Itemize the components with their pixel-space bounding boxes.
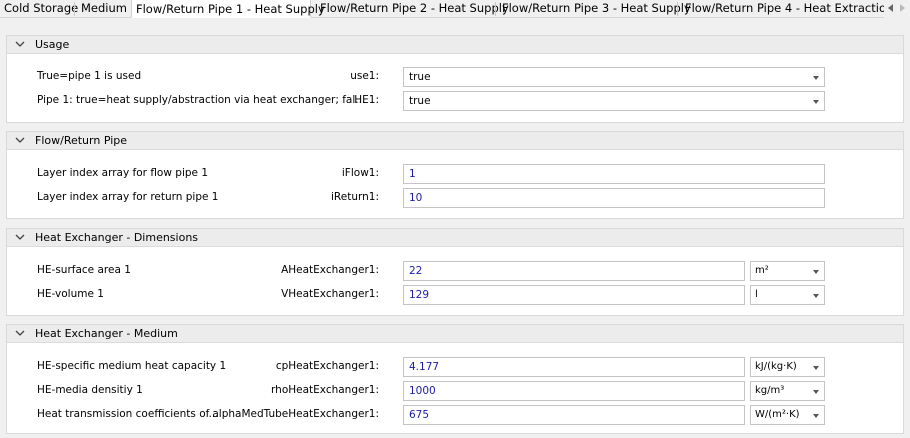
param-label: HE-specific medium heat capacity 1 <box>37 360 227 372</box>
param-label: True=pipe 1 is used <box>37 70 142 82</box>
unit-select[interactable]: W/(m²·K) <box>750 405 825 425</box>
he1-select[interactable]: true <box>403 91 825 111</box>
param-row: HE-volume 1 VHeatExchanger1: 129 l <box>7 284 903 306</box>
scroll-left-icon[interactable] <box>888 4 893 12</box>
param-row: HE-media densitiy 1 rhoHeatExchanger1: 1… <box>7 380 903 402</box>
section-title: Heat Exchanger - Dimensions <box>35 231 199 244</box>
use1-select[interactable]: true <box>403 67 825 87</box>
tab-bar: Cold Storage Medium Flow/Return Pipe 1 -… <box>0 0 910 18</box>
param-variable: use1: <box>350 70 379 82</box>
cpheatexchanger1-input[interactable]: 4.177 <box>403 357 745 377</box>
tab-label: Medium <box>81 1 127 15</box>
chevron-down-icon[interactable] <box>15 328 25 338</box>
param-label: HE-surface area 1 <box>37 264 131 276</box>
section-header[interactable]: Heat Exchanger - Medium <box>7 325 903 343</box>
param-label: Pipe 1: true=heat supply/abstraction via… <box>37 94 366 106</box>
param-row: True=pipe 1 is used use1: true <box>7 66 903 88</box>
unit-select[interactable]: kJ/(kg·K) <box>750 357 825 377</box>
tab-label: Flow/Return Pipe 1 - Heat Supply <box>136 2 325 16</box>
section-flow-return-pipe: Flow/Return Pipe Layer index array for f… <box>6 131 904 219</box>
param-row: Layer index array for return pipe 1 iRet… <box>7 187 903 209</box>
iflow1-input[interactable]: 1 <box>403 164 825 184</box>
param-row: HE-surface area 1 AHeatExchanger1: 22 m² <box>7 260 903 282</box>
tab-label: Cold Storage <box>4 1 79 15</box>
unit-value: kJ/(kg·K) <box>755 361 797 372</box>
select-value: true <box>409 71 431 83</box>
tab-flow-return-pipe-2[interactable]: Flow/Return Pipe 2 - Heat Supply <box>316 0 509 18</box>
tab-medium[interactable]: Medium <box>77 0 127 18</box>
tab-separator <box>677 2 678 16</box>
param-variable: AHeatExchanger1: <box>281 264 379 276</box>
param-label: HE-volume 1 <box>37 288 104 300</box>
chevron-down-icon <box>813 76 819 80</box>
chevron-down-icon[interactable] <box>15 232 25 242</box>
section-title: Usage <box>35 38 70 51</box>
param-row: Pipe 1: true=heat supply/abstraction via… <box>7 90 903 112</box>
tab-cold-storage[interactable]: Cold Storage <box>0 0 78 18</box>
param-variable: alphaMedTubeHeatExchanger1: <box>212 408 379 420</box>
aheatexchanger1-input[interactable]: 22 <box>403 261 745 281</box>
param-row: HE-specific medium heat capacity 1 cpHea… <box>7 356 903 378</box>
unit-select[interactable]: kg/m³ <box>750 381 825 401</box>
unit-select[interactable]: m² <box>750 261 825 281</box>
param-row: Layer index array for flow pipe 1 iFlow1… <box>7 163 903 185</box>
section-heat-exchanger-dimensions: Heat Exchanger - Dimensions HE-surface a… <box>6 228 904 316</box>
chevron-down-icon <box>813 100 819 104</box>
unit-value: kg/m³ <box>755 385 785 396</box>
tab-label: Flow/Return Pipe 4 - Heat Extraction <box>685 1 894 15</box>
unit-value: m² <box>755 265 769 276</box>
tab-flow-return-pipe-4[interactable]: Flow/Return Pipe 4 - Heat Extraction <box>681 0 893 18</box>
chevron-down-icon[interactable] <box>15 135 25 145</box>
unit-value: W/(m²·K) <box>755 409 800 420</box>
rhoheatexchanger1-input[interactable]: 1000 <box>403 381 745 401</box>
unit-select[interactable]: l <box>750 285 825 305</box>
section-header[interactable]: Flow/Return Pipe <box>7 132 903 150</box>
section-heat-exchanger-medium: Heat Exchanger - Medium HE-specific medi… <box>6 324 904 434</box>
param-label: HE-media densitiy 1 <box>37 384 143 396</box>
section-header[interactable]: Heat Exchanger - Dimensions <box>7 229 903 247</box>
tab-flow-return-pipe-1[interactable]: Flow/Return Pipe 1 - Heat Supply <box>131 0 325 18</box>
chevron-down-icon <box>813 270 819 274</box>
tab-separator <box>495 2 496 16</box>
tab-label: Flow/Return Pipe 2 - Heat Supply <box>320 1 509 15</box>
select-value: true <box>409 95 431 107</box>
tab-separator <box>74 2 75 16</box>
vheatexchanger1-input[interactable]: 129 <box>403 285 745 305</box>
section-title: Flow/Return Pipe <box>35 134 128 147</box>
param-label: Heat transmission coefficients of... <box>37 408 219 420</box>
param-variable: HE1: <box>354 94 379 106</box>
chevron-down-icon <box>813 414 819 418</box>
scroll-right-icon[interactable] <box>900 4 905 12</box>
unit-value: l <box>755 289 758 300</box>
tab-flow-return-pipe-3[interactable]: Flow/Return Pipe 3 - Heat Supply <box>498 0 691 18</box>
chevron-down-icon <box>813 366 819 370</box>
param-variable: VHeatExchanger1: <box>281 288 379 300</box>
param-label: Layer index array for return pipe 1 <box>37 191 219 203</box>
section-header[interactable]: Usage <box>7 36 903 54</box>
ireturn1-input[interactable]: 10 <box>403 188 825 208</box>
param-variable: iReturn1: <box>331 191 379 203</box>
chevron-down-icon <box>813 390 819 394</box>
param-row: Heat transmission coefficients of... alp… <box>7 404 903 426</box>
param-variable: iFlow1: <box>341 167 379 179</box>
tab-scroll-arrows <box>884 0 910 18</box>
alphamedtubeheatexchanger1-input[interactable]: 675 <box>403 405 745 425</box>
tab-label: Flow/Return Pipe 3 - Heat Supply <box>502 1 691 15</box>
chevron-down-icon <box>813 294 819 298</box>
param-label: Layer index array for flow pipe 1 <box>37 167 209 179</box>
chevron-down-icon[interactable] <box>15 39 25 49</box>
param-variable: rhoHeatExchanger1: <box>271 384 379 396</box>
section-usage: Usage True=pipe 1 is used use1: true Pip… <box>6 35 904 123</box>
section-title: Heat Exchanger - Medium <box>35 327 178 340</box>
param-variable: cpHeatExchanger1: <box>275 360 379 372</box>
